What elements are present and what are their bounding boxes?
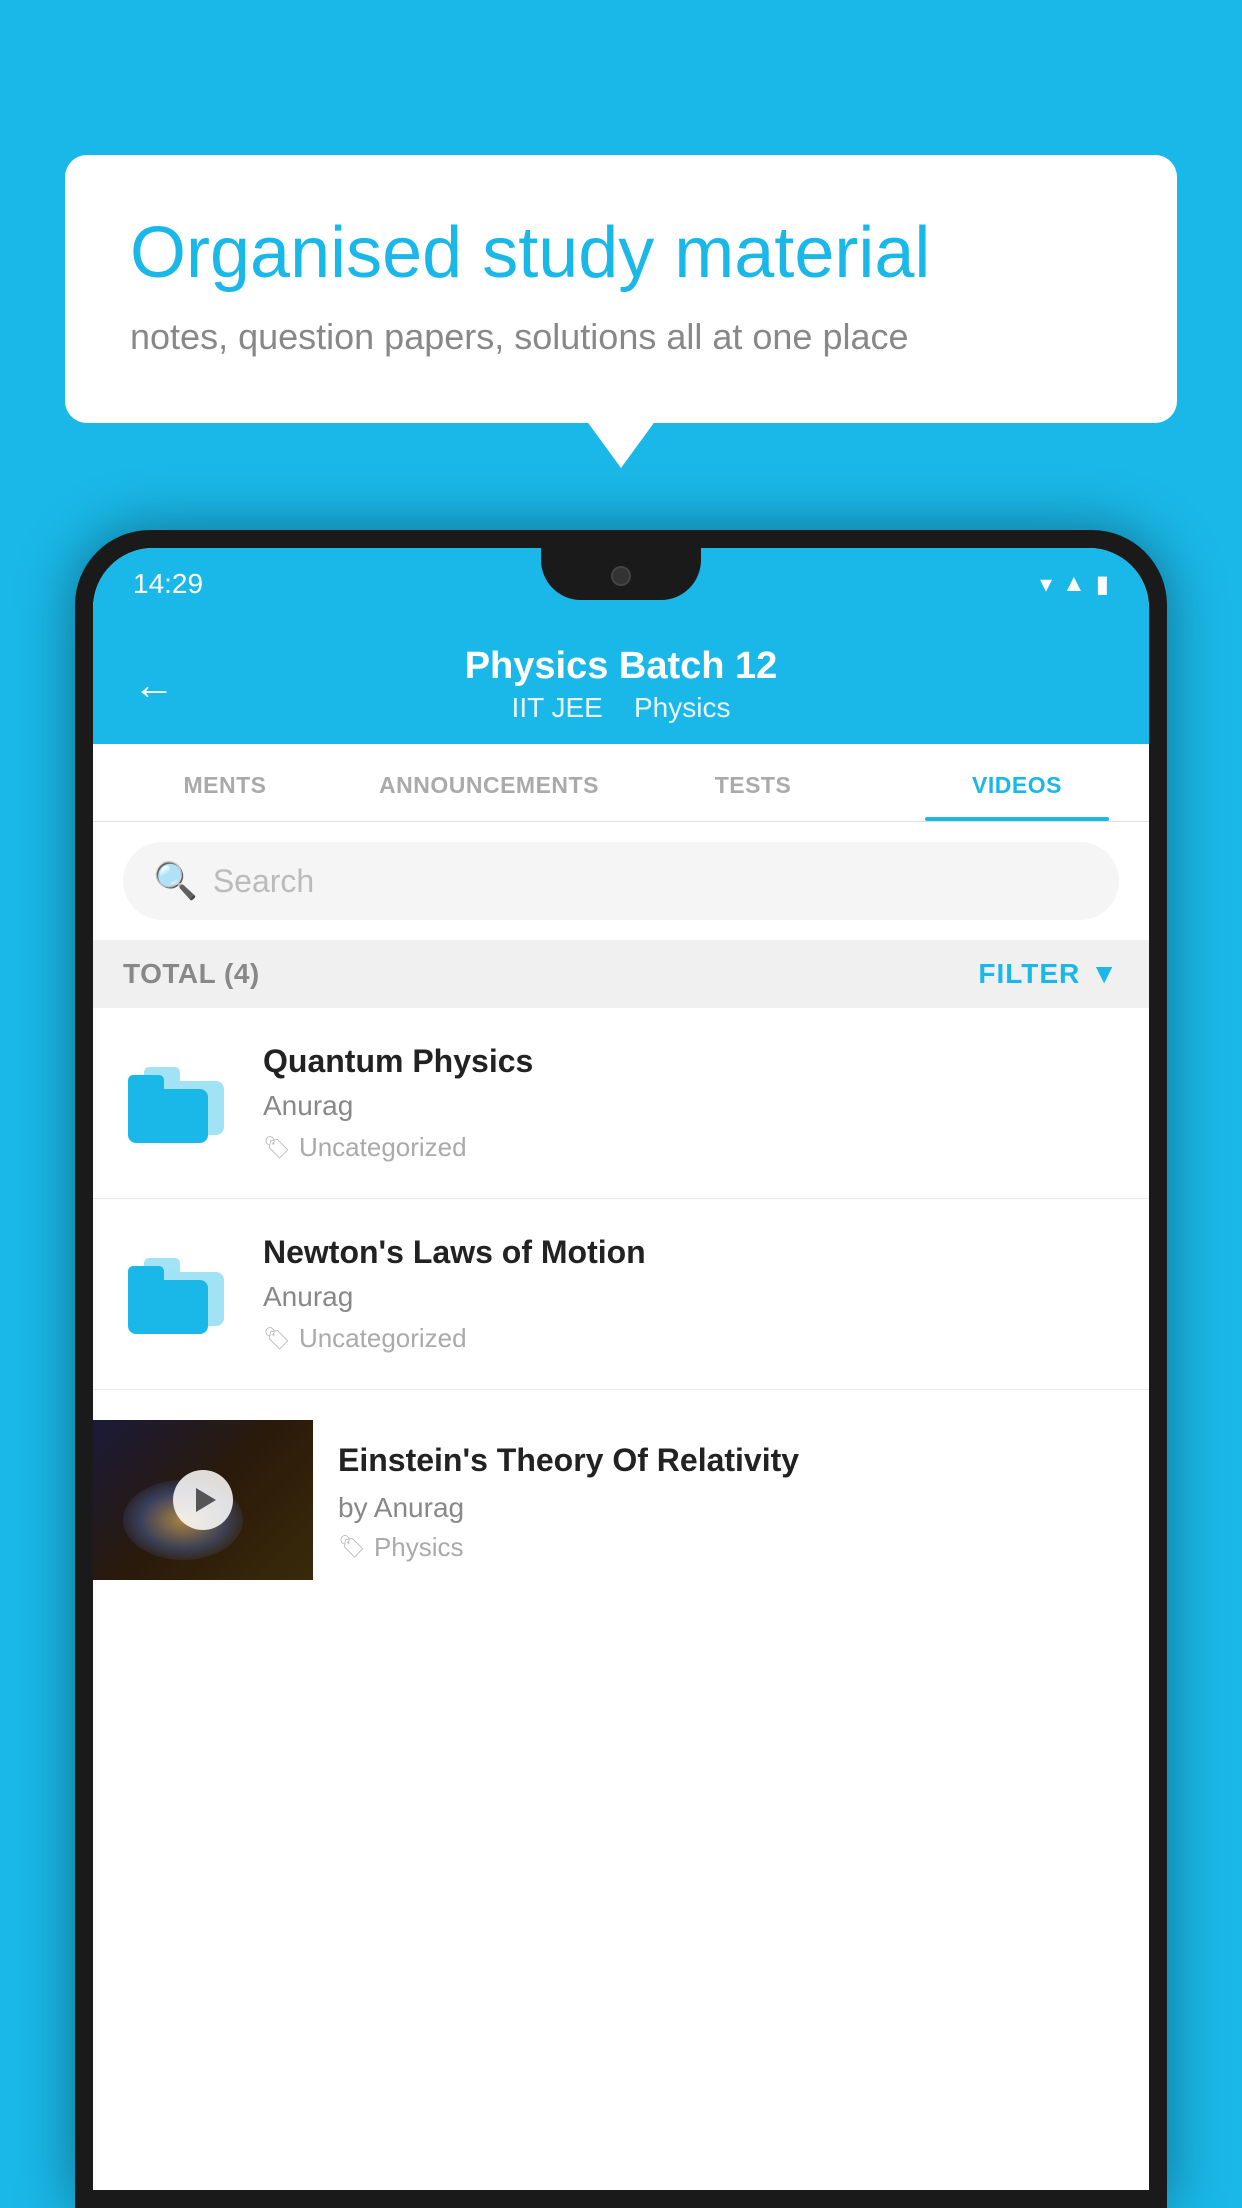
play-button[interactable] (173, 1470, 233, 1530)
phone-frame: 14:29 ▾ ▲ ▮ ← Physics Batch 12 IIT JEE (75, 530, 1167, 2208)
folder-icon (128, 1053, 228, 1143)
video-thumbnail (93, 1420, 313, 1580)
total-count: TOTAL (4) (123, 958, 260, 990)
tab-tests[interactable]: TESTS (621, 744, 885, 821)
search-icon: 🔍 (153, 860, 198, 902)
tag-icon: 🏷 (263, 1135, 291, 1161)
tag-label: Uncategorized (299, 1132, 467, 1163)
folder-thumb-1 (123, 1043, 233, 1153)
filter-button[interactable]: FILTER ▼ (978, 958, 1119, 990)
tag-icon: 🏷 (338, 1534, 366, 1560)
video-title: Newton's Laws of Motion (263, 1234, 1119, 1271)
video-tag: 🏷 Uncategorized (263, 1132, 1119, 1163)
video-author: by Anurag (338, 1492, 1099, 1524)
filter-icon: ▼ (1090, 958, 1119, 990)
speech-bubble: Organised study material notes, question… (65, 155, 1177, 423)
phone-notch (541, 548, 701, 600)
search-bar[interactable]: 🔍 Search (123, 842, 1119, 920)
app-background: Organised study material notes, question… (0, 0, 1242, 2208)
header-title: Physics Batch 12 (195, 645, 1047, 688)
play-icon (196, 1488, 216, 1512)
speech-bubble-container: Organised study material notes, question… (65, 155, 1177, 423)
search-container: 🔍 Search (93, 822, 1149, 940)
battery-icon: ▮ (1096, 570, 1109, 599)
bubble-subtitle: notes, question papers, solutions all at… (130, 316, 1112, 358)
bubble-title: Organised study material (130, 210, 1112, 296)
folder-thumb-2 (123, 1234, 233, 1344)
subtitle-iitjee: IIT JEE (512, 692, 603, 723)
status-time: 14:29 (133, 568, 203, 600)
video-info-2: Newton's Laws of Motion Anurag 🏷 Uncateg… (263, 1234, 1119, 1354)
header-title-block: Physics Batch 12 IIT JEE Physics (195, 645, 1047, 724)
video-tag: 🏷 Physics (338, 1532, 1099, 1563)
search-input[interactable]: Search (213, 863, 314, 900)
status-bar: 14:29 ▾ ▲ ▮ (93, 548, 1149, 620)
list-item[interactable]: Einstein's Theory Of Relativity by Anura… (93, 1390, 1149, 1613)
video-info-1: Quantum Physics Anurag 🏷 Uncategorized (263, 1043, 1119, 1163)
tag-label: Physics (374, 1532, 464, 1563)
header-subtitle: IIT JEE Physics (195, 692, 1047, 724)
list-item[interactable]: Quantum Physics Anurag 🏷 Uncategorized (93, 1008, 1149, 1199)
folder-icon (128, 1244, 228, 1334)
video-tag: 🏷 Uncategorized (263, 1323, 1119, 1354)
video-title: Einstein's Theory Of Relativity (338, 1440, 1099, 1482)
filter-row: TOTAL (4) FILTER ▼ (93, 940, 1149, 1008)
wifi-icon: ▾ (1040, 570, 1052, 599)
tab-announcements[interactable]: ANNOUNCEMENTS (357, 744, 621, 821)
folder-front-icon (128, 1075, 208, 1143)
tag-icon: 🏷 (263, 1326, 291, 1352)
app-header: ← Physics Batch 12 IIT JEE Physics (93, 620, 1149, 744)
video-info-3: Einstein's Theory Of Relativity by Anura… (313, 1420, 1119, 1583)
tab-videos[interactable]: VIDEOS (885, 744, 1149, 821)
list-item[interactable]: Newton's Laws of Motion Anurag 🏷 Uncateg… (93, 1199, 1149, 1390)
video-author: Anurag (263, 1281, 1119, 1313)
camera-icon (611, 566, 631, 586)
back-button[interactable]: ← (133, 664, 175, 706)
tag-label: Uncategorized (299, 1323, 467, 1354)
subtitle-physics: Physics (634, 692, 730, 723)
folder-front-icon (128, 1266, 208, 1334)
phone-inner: 14:29 ▾ ▲ ▮ ← Physics Batch 12 IIT JEE (93, 548, 1149, 2190)
signal-icon: ▲ (1062, 570, 1086, 598)
video-list: Quantum Physics Anurag 🏷 Uncategorized (93, 1008, 1149, 1613)
tabs-bar: MENTS ANNOUNCEMENTS TESTS VIDEOS (93, 744, 1149, 822)
video-title: Quantum Physics (263, 1043, 1119, 1080)
status-icons: ▾ ▲ ▮ (1040, 570, 1109, 599)
tab-ments[interactable]: MENTS (93, 744, 357, 821)
filter-label: FILTER (978, 958, 1080, 990)
video-author: Anurag (263, 1090, 1119, 1122)
